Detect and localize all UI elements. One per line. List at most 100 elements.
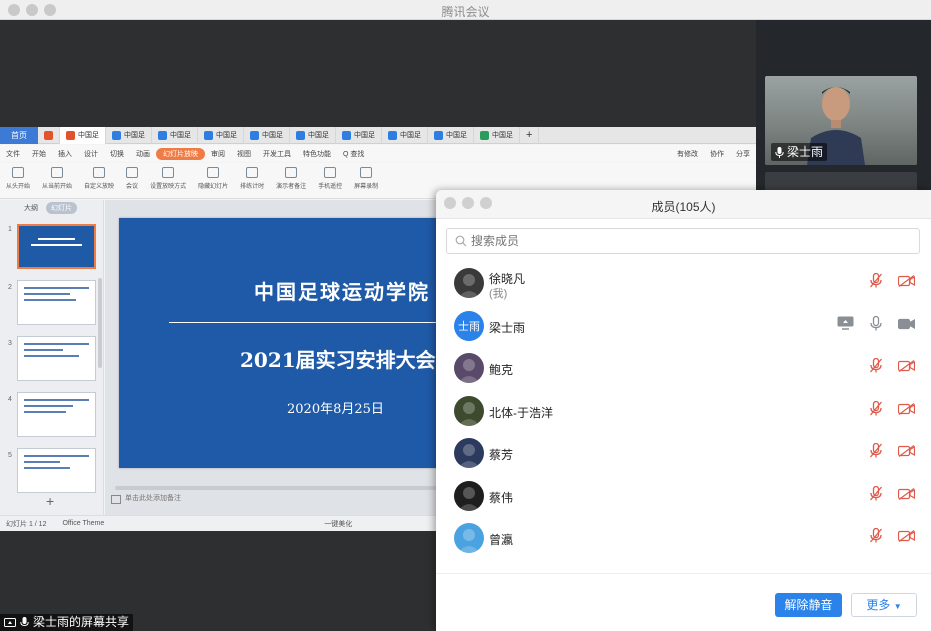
ribbon-button[interactable]: 设置放映方式 — [144, 167, 192, 190]
mic-muted-icon[interactable] — [870, 528, 882, 548]
wps-menu-right-item[interactable]: 协作 — [704, 149, 730, 159]
ribbon-button[interactable]: 手机遥控 — [312, 167, 348, 190]
wps-menu-item[interactable]: 动画 — [130, 149, 156, 159]
wps-tab-bar: 首页 中国足 中国足 中国足 中国足 中国足 中国足 中国足 中国足 中国足 中国足 + — [0, 127, 756, 144]
screen-share-label: 梁士雨的屏幕共享 — [0, 614, 134, 631]
wps-doc-tab-label: 中国足 — [170, 132, 191, 139]
member-row[interactable]: 士雨 梁士雨 — [436, 305, 931, 348]
wps-menu-item[interactable]: 开始 — [26, 149, 52, 159]
avatar — [454, 395, 484, 426]
ribbon-icon — [246, 167, 259, 178]
video-tile[interactable]: 梁士雨 — [765, 76, 917, 165]
camera-off-icon[interactable] — [897, 529, 916, 547]
wps-menu-item[interactable]: 视图 — [231, 149, 257, 159]
current-slide[interactable]: 中国足球运动学院 2021届实习安排大会 2020年8月25日 — [119, 218, 449, 468]
ribbon-button[interactable]: 隐藏幻灯片 — [192, 167, 234, 190]
member-search-box[interactable] — [446, 228, 920, 254]
member-row[interactable]: 北体-于浩洋 — [436, 390, 931, 433]
member-row[interactable]: 徐晓凡 (我) — [436, 262, 931, 305]
outline-tab[interactable]: 大纲 — [24, 203, 38, 213]
ribbon-button[interactable]: 演示者备注 — [270, 167, 312, 190]
ribbon-button-label: 自定义放映 — [84, 184, 115, 190]
wps-doc-tab[interactable]: 中国足 — [106, 127, 152, 144]
wps-doc-tab[interactable]: 中国足 — [198, 127, 244, 144]
wps-doc-tab[interactable]: 中国足 — [290, 127, 336, 144]
wps-menu-item[interactable]: 幻灯片放映 — [156, 147, 205, 160]
ribbon-button[interactable]: 从当前开始 — [36, 167, 78, 190]
ribbon-button[interactable]: 屏幕录制 — [348, 167, 384, 190]
member-row[interactable]: 蔡芳 — [436, 432, 931, 475]
wps-doc-tab[interactable]: 中国足 — [474, 127, 520, 144]
microphone-icon — [775, 146, 784, 158]
wps-menu-item[interactable]: 特色功能 — [297, 149, 337, 159]
camera-off-icon[interactable] — [897, 402, 916, 420]
wps-app-icon[interactable] — [38, 127, 60, 144]
wps-menu-item[interactable]: 文件 — [0, 149, 26, 159]
video-tile-2[interactable] — [765, 172, 917, 192]
member-row[interactable]: 曾瀛 — [436, 517, 931, 560]
video-name-label: 梁士雨 — [787, 145, 824, 159]
wps-menu-item[interactable]: 审阅 — [205, 149, 231, 159]
wps-doc-tab-label: 中国足 — [78, 132, 99, 139]
wps-menu-item[interactable]: 插入 — [52, 149, 78, 159]
slide-thumbnail[interactable] — [17, 280, 96, 325]
wps-menu-right-item[interactable]: 分享 — [730, 149, 756, 159]
mic-muted-icon[interactable] — [870, 358, 882, 378]
ribbon-button[interactable]: 排练计时 — [234, 167, 270, 190]
wps-doc-tab[interactable]: 中国足 — [60, 127, 106, 144]
wps-menu-right-item[interactable]: 有修改 — [671, 149, 704, 159]
ribbon-button[interactable]: 会议 — [120, 167, 144, 190]
camera-off-icon[interactable] — [897, 274, 916, 292]
wps-menu-item[interactable]: 开发工具 — [257, 149, 297, 159]
member-list: 徐晓凡 (我) 士雨 梁士雨 鲍克 北体-于浩洋 蔡芳 蔡伟 曾瀛 — [436, 262, 931, 572]
mic-muted-icon[interactable] — [870, 485, 882, 506]
more-button[interactable]: 更多 ▼ — [851, 593, 917, 617]
member-status-icons — [837, 315, 916, 336]
wps-doc-tab[interactable]: 中国足 — [428, 127, 474, 144]
avatar: 士雨 — [454, 310, 484, 341]
mic-muted-icon[interactable] — [870, 443, 882, 463]
members-titlebar: 成员(105人) — [436, 190, 931, 219]
slides-tab[interactable]: 幻灯片 — [46, 202, 77, 214]
ribbon-button-label: 设置放映方式 — [150, 184, 187, 190]
microphone-icon[interactable] — [870, 315, 882, 336]
new-tab-button[interactable]: + — [520, 127, 540, 144]
app-title: 腾讯会议 — [441, 5, 490, 19]
mic-muted-icon[interactable] — [870, 400, 882, 421]
beautify-button[interactable]: 一键美化 — [104, 519, 352, 529]
slide-thumbnail[interactable] — [17, 336, 96, 381]
ribbon-button-label: 隐藏幻灯片 — [198, 184, 229, 190]
thumbnail-scrollbar[interactable] — [98, 278, 102, 368]
slide-thumbnail[interactable] — [17, 448, 96, 493]
ribbon-button[interactable]: 自定义放映 — [78, 167, 120, 190]
ribbon-button[interactable]: 从头开始 — [0, 167, 36, 190]
avatar — [454, 438, 484, 469]
member-row[interactable]: 鲍克 — [436, 347, 931, 390]
member-search-input[interactable] — [471, 234, 871, 248]
document-icon — [112, 131, 121, 140]
members-title: 成员(105人) — [651, 200, 716, 214]
add-slide-button[interactable]: + — [46, 493, 54, 509]
member-row[interactable]: 蔡伟 — [436, 475, 931, 518]
wps-menu-item[interactable]: 切换 — [104, 149, 130, 159]
wps-doc-tab[interactable]: 中国足 — [336, 127, 382, 144]
wps-menu-item[interactable]: 设计 — [78, 149, 104, 159]
wps-doc-tab[interactable]: 中国足 — [244, 127, 290, 144]
microphone-icon — [20, 617, 29, 627]
mic-muted-icon[interactable] — [870, 273, 882, 293]
slide-thumbnail[interactable] — [17, 224, 96, 269]
wps-home-tab[interactable]: 首页 — [0, 127, 38, 144]
wps-menu-item[interactable]: Q 查找 — [337, 149, 370, 159]
camera-icon[interactable] — [897, 317, 916, 335]
ribbon-icon — [12, 167, 24, 178]
unmute-all-button[interactable]: 解除静音 — [775, 593, 842, 617]
camera-off-icon[interactable] — [897, 487, 916, 505]
canvas-horizontal-scrollbar[interactable] — [115, 486, 445, 490]
camera-off-icon[interactable] — [897, 444, 916, 462]
slide-thumbnail[interactable] — [17, 392, 96, 437]
ribbon-icon — [207, 167, 220, 178]
wps-doc-tab[interactable]: 中国足 — [152, 127, 198, 144]
wps-doc-tab[interactable]: 中国足 — [382, 127, 428, 144]
ribbon-button-label: 从当前开始 — [42, 184, 73, 190]
camera-off-icon[interactable] — [897, 359, 916, 377]
